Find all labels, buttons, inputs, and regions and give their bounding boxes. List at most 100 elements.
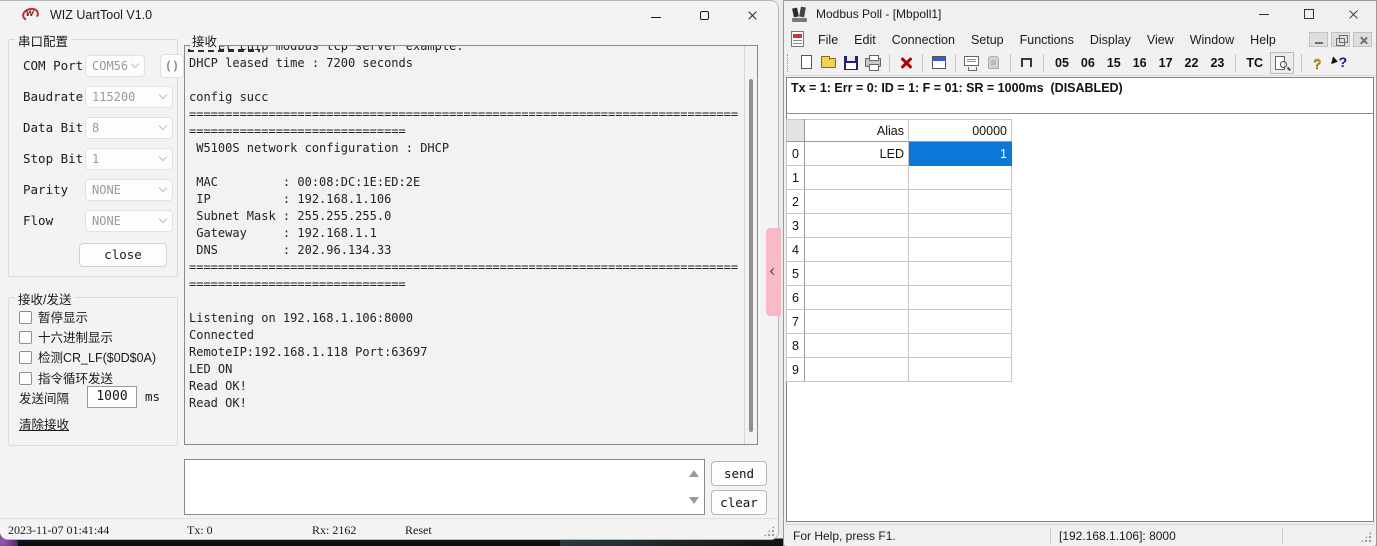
function-17-button[interactable]: 17	[1159, 56, 1173, 70]
receive-terminal[interactable]: wiznet chip modbus tcp server example. D…	[184, 45, 758, 445]
minimize-button[interactable]	[636, 5, 676, 27]
alias-cell[interactable]	[804, 261, 909, 286]
disconnect-button[interactable]	[896, 53, 916, 73]
scrollbar-thumb[interactable]	[749, 79, 753, 432]
parity-select[interactable]: NONE	[85, 179, 173, 201]
menu-window[interactable]: Window	[1182, 33, 1242, 47]
checkbox-loop-send[interactable]: 指令循环发送	[19, 368, 113, 386]
checkbox-detect-crlf[interactable]: 检测CR_LF($0D$0A)	[19, 347, 156, 365]
databit-select[interactable]: 8	[85, 117, 173, 139]
value-cell[interactable]	[908, 333, 1012, 358]
function-05-button[interactable]: 05	[1055, 56, 1069, 70]
row-header-cell[interactable]: 9	[786, 357, 805, 382]
menu-connection[interactable]: Connection	[884, 33, 963, 47]
context-help-button[interactable]: ?	[1330, 53, 1352, 73]
send-scrollbar[interactable]	[688, 462, 702, 512]
alias-cell[interactable]	[804, 237, 909, 262]
toolbar-grip[interactable]	[787, 54, 792, 72]
function-23-button[interactable]: 23	[1210, 56, 1224, 70]
close-button[interactable]	[732, 5, 772, 27]
alias-cell[interactable]	[804, 309, 909, 334]
refresh-ports-button[interactable]: ()	[160, 54, 184, 78]
menu-setup[interactable]: Setup	[963, 33, 1012, 47]
alias-cell[interactable]	[804, 333, 909, 358]
status-reset[interactable]: Reset	[405, 523, 432, 538]
send-button[interactable]: send	[711, 461, 767, 486]
save-button[interactable]	[841, 53, 861, 73]
alias-cell[interactable]: LED	[804, 141, 909, 166]
row-header-cell[interactable]: 6	[786, 285, 805, 310]
value-cell[interactable]	[908, 213, 1012, 238]
maximize-button[interactable]	[1286, 1, 1331, 28]
row-header-cell[interactable]: 7	[786, 309, 805, 334]
minimize-button[interactable]	[1241, 1, 1286, 28]
register-column-header[interactable]: 00000	[908, 119, 1012, 142]
scroll-up-icon[interactable]	[689, 470, 699, 477]
menu-functions[interactable]: Functions	[1012, 33, 1082, 47]
slide-panel-tab[interactable]	[766, 228, 781, 316]
value-cell[interactable]: 1	[908, 141, 1012, 166]
row-header-cell[interactable]: 8	[786, 333, 805, 358]
close-button[interactable]	[1331, 1, 1376, 28]
value-cell[interactable]	[908, 237, 1012, 262]
communication-traffic-button[interactable]	[962, 53, 982, 73]
pulse-button[interactable]	[1017, 53, 1037, 73]
value-cell[interactable]	[908, 165, 1012, 190]
row-header-cell[interactable]: 1	[786, 165, 805, 190]
menu-view[interactable]: View	[1139, 33, 1182, 47]
clear-button[interactable]: clear	[711, 490, 767, 515]
alias-column-header[interactable]: Alias	[804, 119, 909, 142]
send-interval-input[interactable]: 1000	[87, 386, 137, 408]
resize-grip[interactable]	[1360, 531, 1372, 543]
flow-select[interactable]: NONE	[85, 210, 173, 232]
value-cell[interactable]	[908, 357, 1012, 382]
find-button[interactable]	[1270, 52, 1295, 74]
open-file-button[interactable]	[819, 53, 839, 73]
serial-close-button[interactable]: close	[79, 243, 167, 267]
value-cell[interactable]	[908, 309, 1012, 334]
alias-cell[interactable]	[804, 213, 909, 238]
checkbox-hex-display[interactable]: 十六进制显示	[19, 327, 113, 345]
resend-button[interactable]	[984, 53, 1004, 73]
row-header-cell[interactable]: 0	[786, 141, 805, 166]
mdi-minimize-button[interactable]	[1309, 32, 1328, 47]
maximize-button[interactable]	[684, 5, 724, 27]
alias-cell[interactable]	[804, 357, 909, 382]
function-06-button[interactable]: 06	[1081, 56, 1095, 70]
modbus-titlebar[interactable]: Modbus Poll - [Mbpoll1]	[784, 1, 1376, 28]
baudrate-select[interactable]: 115200	[85, 86, 173, 108]
new-file-button[interactable]	[797, 53, 817, 73]
alias-cell[interactable]	[804, 165, 909, 190]
value-cell[interactable]	[908, 285, 1012, 310]
row-header-cell[interactable]: 5	[786, 261, 805, 286]
uarttool-titlebar[interactable]: w WIZ UartTool V1.0	[0, 1, 778, 31]
resize-grip[interactable]	[763, 525, 775, 537]
about-button[interactable]: ?	[1313, 55, 1322, 71]
mdi-restore-button[interactable]	[1331, 32, 1350, 47]
document-icon[interactable]	[791, 31, 804, 47]
function-22-button[interactable]: 22	[1185, 56, 1199, 70]
alias-cell[interactable]	[804, 189, 909, 214]
value-cell[interactable]	[908, 261, 1012, 286]
checkbox-pause-display[interactable]: 暂停显示	[19, 307, 88, 325]
setup-window-button[interactable]	[929, 53, 949, 73]
row-header-cell[interactable]: 2	[786, 189, 805, 214]
clear-receive-link[interactable]: 清除接收	[19, 414, 69, 433]
scroll-down-icon[interactable]	[689, 497, 699, 504]
com-port-select[interactable]: COM56	[85, 55, 145, 77]
menu-help[interactable]: Help	[1242, 33, 1284, 47]
value-cell[interactable]	[908, 189, 1012, 214]
stopbit-select[interactable]: 1	[85, 148, 173, 170]
menu-display[interactable]: Display	[1082, 33, 1139, 47]
function-15-button[interactable]: 15	[1107, 56, 1121, 70]
row-header-cell[interactable]: 4	[786, 237, 805, 262]
alias-cell[interactable]	[804, 285, 909, 310]
row-header-cell[interactable]: 3	[786, 213, 805, 238]
send-input[interactable]	[184, 459, 705, 515]
menu-file[interactable]: File	[810, 33, 846, 47]
print-button[interactable]	[863, 53, 883, 73]
function-16-button[interactable]: 16	[1133, 56, 1147, 70]
test-center-button[interactable]: TC	[1246, 56, 1263, 70]
menu-edit[interactable]: Edit	[846, 33, 884, 47]
mdi-close-button[interactable]	[1353, 32, 1372, 47]
